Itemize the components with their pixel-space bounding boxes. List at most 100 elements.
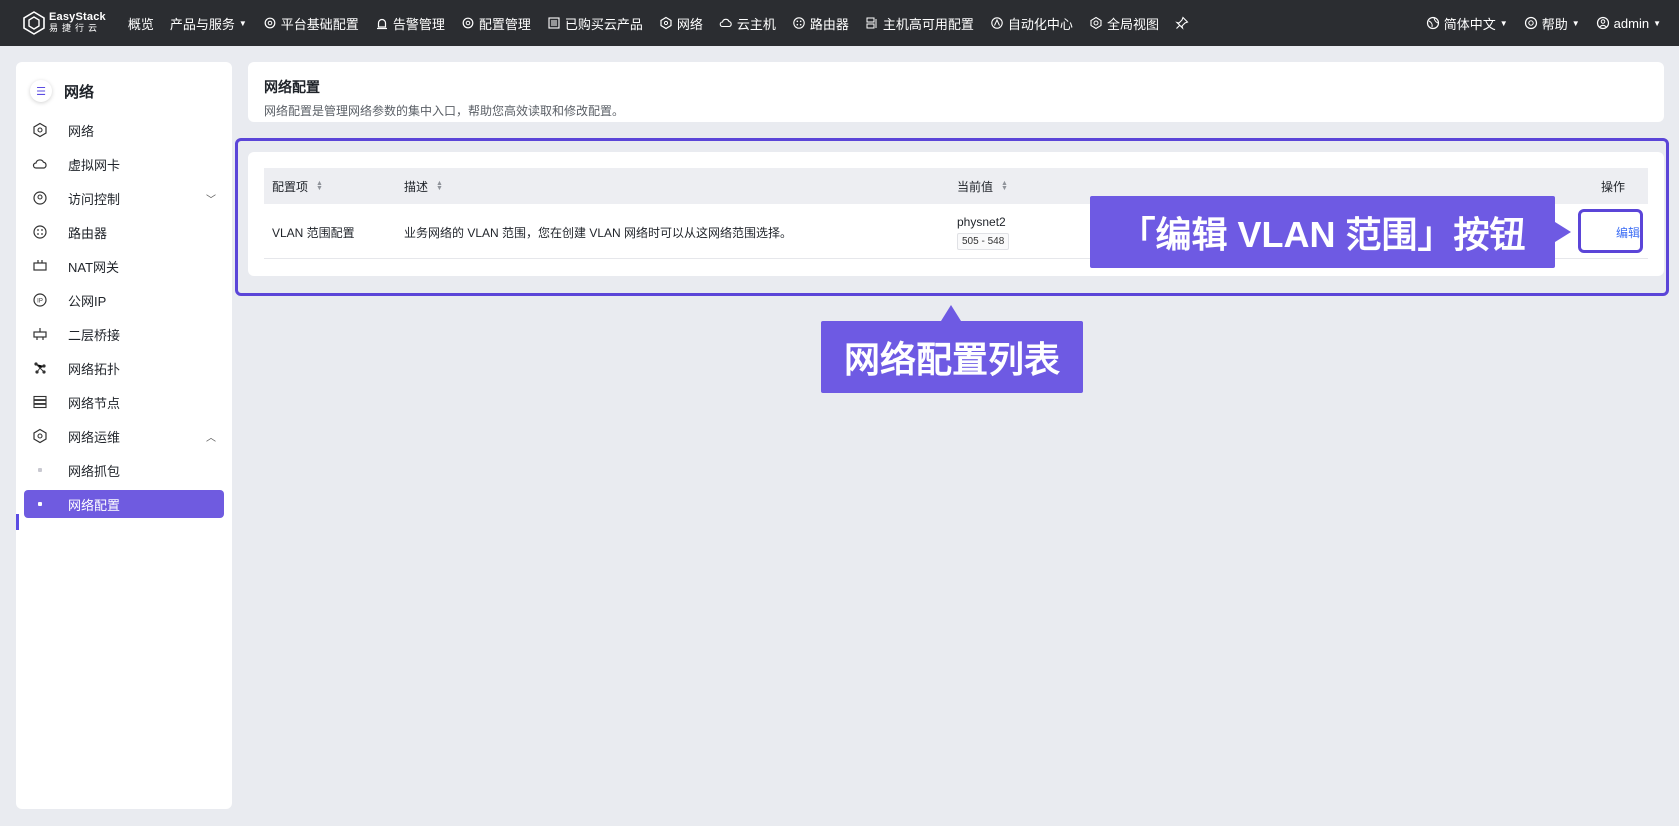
pin-icon bbox=[1175, 16, 1189, 30]
help-menu[interactable]: 帮助 ▼ bbox=[1516, 0, 1588, 46]
nat-gateway-icon bbox=[32, 258, 48, 274]
network-config-list-callout: 网络配置列表 bbox=[821, 305, 1083, 393]
bridge-icon bbox=[32, 326, 48, 342]
cloud-icon bbox=[32, 156, 48, 172]
language-label: 简体中文 bbox=[1443, 16, 1496, 32]
top-nav-bar: EasyStack 易捷行云 概览 产品与服务 ▼ 平台基础配置 告警管理 配置管理 已购买… bbox=[0, 0, 1679, 46]
edit-button-highlight-frame bbox=[1578, 209, 1643, 253]
nav-item-label: 全局视图 bbox=[1106, 16, 1159, 32]
topology-icon bbox=[32, 360, 48, 376]
nav-item-5[interactable]: 已购买云产品 bbox=[539, 0, 651, 46]
node-icon bbox=[32, 394, 48, 410]
active-group-marker bbox=[16, 514, 19, 530]
sidebar-item-label: NAT网关 bbox=[68, 259, 120, 275]
edit-vlan-range-callout: 「编辑 VLAN 范围」按钮 bbox=[1090, 196, 1571, 268]
nav-item-4[interactable]: 配置管理 bbox=[453, 0, 539, 46]
sidebar-item-l2-bridge[interactable]: 二层桥接 bbox=[24, 320, 224, 348]
nav-item-label: 已购买云产品 bbox=[564, 16, 643, 32]
router-icon bbox=[793, 17, 805, 29]
sidebar-item-virtual-nic[interactable]: 虚拟网卡 bbox=[24, 150, 224, 178]
page-header: 网络配置 网络配置是管理网络参数的集中入口，帮助您高效读取和修改配置。 bbox=[248, 62, 1664, 122]
help-icon bbox=[1524, 16, 1537, 30]
nav-item-label: 自动化中心 bbox=[1007, 16, 1073, 32]
nav-item-label: 配置管理 bbox=[478, 16, 531, 32]
chevron-down-icon: ﹀ bbox=[206, 194, 216, 206]
gear-icon bbox=[264, 17, 276, 29]
sidebar-title: 网络 bbox=[64, 83, 95, 101]
sidebar-item-network[interactable]: 网络 bbox=[24, 116, 224, 144]
sidebar-item-label: 网络抓包 bbox=[68, 463, 121, 479]
user-icon bbox=[1596, 16, 1609, 30]
dot-icon bbox=[32, 462, 48, 478]
logo-text-en: EasyStack bbox=[49, 11, 106, 23]
sidebar-item-label: 公网IP bbox=[68, 293, 107, 309]
router-icon bbox=[32, 224, 48, 240]
sidebar-item-label: 虚拟网卡 bbox=[68, 157, 121, 173]
sidebar-item-network-config[interactable]: 网络配置 bbox=[24, 490, 224, 518]
nav-item-1[interactable]: 产品与服务 ▼ bbox=[162, 0, 255, 46]
nav-item-6[interactable]: 网络 bbox=[651, 0, 711, 46]
nav-item-11[interactable]: 全局视图 bbox=[1081, 0, 1167, 46]
server-icon bbox=[866, 17, 877, 29]
user-menu[interactable]: admin ▼ bbox=[1588, 0, 1669, 46]
menu-toggle-icon[interactable]: ☰ bbox=[30, 80, 52, 102]
sidebar-item-nat-gateway[interactable]: NAT网关 bbox=[24, 252, 224, 280]
sidebar-item-label: 二层桥接 bbox=[68, 327, 121, 343]
sidebar-item-label: 网络拓扑 bbox=[68, 361, 121, 377]
nav-item-label: 网络 bbox=[676, 16, 703, 32]
network-icon bbox=[32, 428, 48, 444]
sidebar-item-label: 网络节点 bbox=[68, 395, 121, 411]
logo-text-cn: 易捷行云 bbox=[49, 23, 102, 33]
nav-item-label: 概览 bbox=[127, 16, 154, 32]
user-label: admin bbox=[1613, 15, 1650, 31]
network-icon bbox=[660, 16, 672, 30]
nav-item-10[interactable]: 自动化中心 bbox=[982, 0, 1081, 46]
nav-item-label: 平台基础配置 bbox=[280, 16, 359, 32]
sidebar-item-network-ops[interactable]: 网络运维 ︿ bbox=[24, 422, 224, 450]
automation-icon bbox=[991, 17, 1003, 29]
easystack-logo[interactable]: EasyStack 易捷行云 bbox=[22, 11, 106, 35]
nav-item-3[interactable]: 告警管理 bbox=[367, 0, 453, 46]
page-title: 网络配置 bbox=[264, 79, 320, 95]
caret-down-icon: ▼ bbox=[1571, 18, 1580, 28]
nav-item-2[interactable]: 平台基础配置 bbox=[255, 0, 367, 46]
sidebar-item-router[interactable]: 路由器 bbox=[24, 218, 224, 246]
sidebar-item-label: 路由器 bbox=[68, 225, 108, 241]
sidebar-item-label: 网络配置 bbox=[68, 497, 121, 513]
dot-icon bbox=[32, 496, 48, 512]
nav-item-label: 主机高可用配置 bbox=[882, 16, 974, 32]
language-select[interactable]: 简体中文 ▼ bbox=[1418, 0, 1516, 46]
nav-item-9[interactable]: 主机高可用配置 bbox=[857, 0, 982, 46]
pin-icon[interactable] bbox=[1167, 0, 1201, 46]
nav-item-label: 产品与服务 bbox=[169, 16, 235, 32]
sidebar-item-public-ip[interactable]: IP 公网IP bbox=[24, 286, 224, 314]
list-icon bbox=[548, 17, 560, 29]
nav-item-label: 云主机 bbox=[736, 16, 776, 32]
sidebar-item-topology[interactable]: 网络拓扑 bbox=[24, 354, 224, 382]
network-icon bbox=[32, 122, 48, 138]
logo-icon bbox=[23, 11, 45, 35]
nav-item-7[interactable]: 云主机 bbox=[711, 0, 784, 46]
language-icon bbox=[1426, 16, 1439, 30]
alarm-icon bbox=[376, 18, 387, 30]
svg-text:IP: IP bbox=[37, 299, 43, 305]
sidebar-item-network-node[interactable]: 网络节点 bbox=[24, 388, 224, 416]
sidebar-item-access-control[interactable]: 访问控制 ﹀ bbox=[24, 184, 224, 212]
top-nav-menu: 概览 产品与服务 ▼ 平台基础配置 告警管理 配置管理 已购买云产品 网络 云主机 路由器 主机高可… bbox=[120, 0, 1201, 46]
sidebar-item-label: 访问控制 bbox=[68, 191, 121, 207]
nav-item-0[interactable]: 概览 bbox=[120, 0, 162, 46]
nav-item-label: 路由器 bbox=[809, 16, 849, 32]
caret-down-icon: ▼ bbox=[238, 18, 247, 28]
access-control-icon bbox=[32, 190, 48, 206]
globe-icon bbox=[1090, 16, 1102, 30]
sidebar-item-packet-capture[interactable]: 网络抓包 bbox=[24, 456, 224, 484]
nav-item-8[interactable]: 路由器 bbox=[784, 0, 857, 46]
help-label: 帮助 bbox=[1541, 16, 1568, 32]
sidebar-item-label: 网络运维 bbox=[68, 429, 121, 445]
cloud-icon bbox=[719, 18, 732, 28]
nav-item-label: 告警管理 bbox=[392, 16, 445, 32]
sidebar: ☰ 网络 网络 虚拟网卡 访问控制 ﹀ 路由器 NAT网关 IP 公网IP 二层… bbox=[16, 62, 232, 809]
chevron-up-icon: ︿ bbox=[206, 432, 216, 444]
caret-down-icon: ▼ bbox=[1653, 18, 1661, 28]
sidebar-item-label: 网络 bbox=[68, 123, 95, 139]
